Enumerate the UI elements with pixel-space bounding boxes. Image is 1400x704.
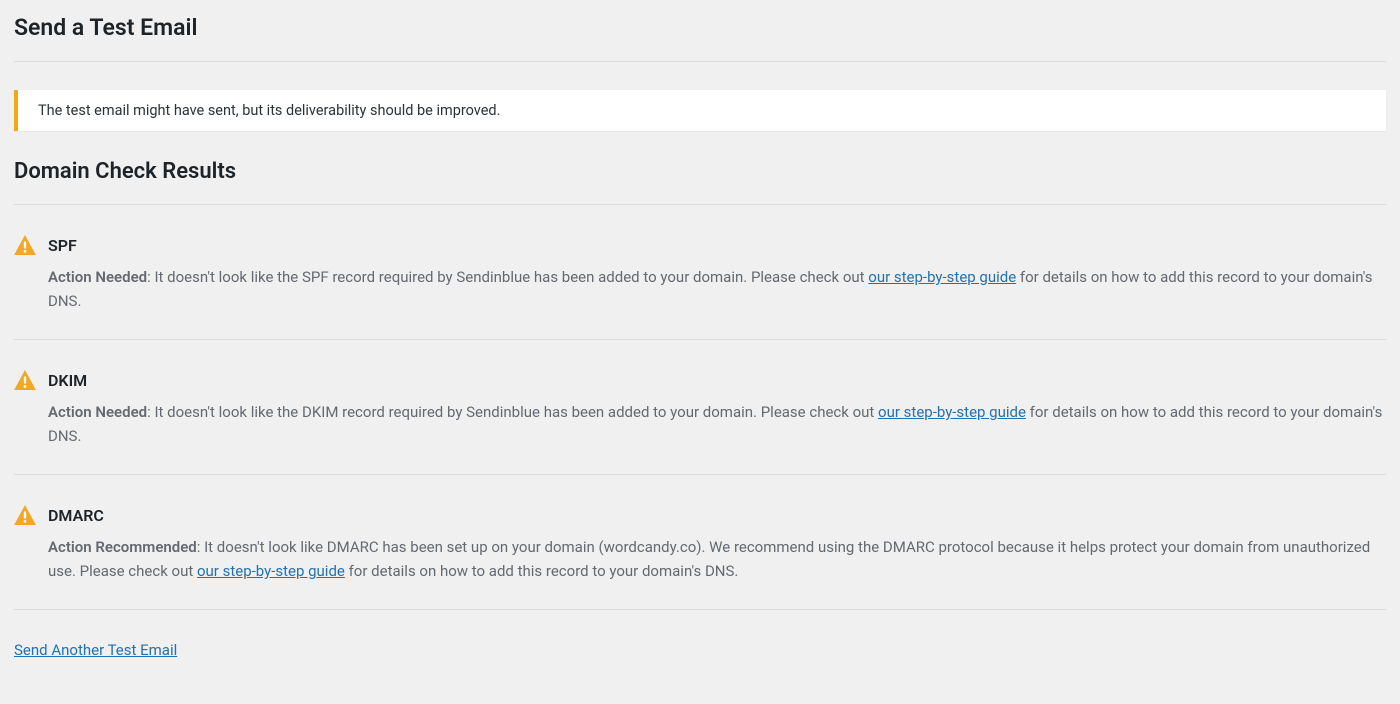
guide-link[interactable]: our step-by-step guide [878, 403, 1026, 421]
footer-area: Send Another Test Email [14, 609, 1386, 659]
result-header: DMARC [14, 505, 1386, 525]
alert-message: The test email might have sent, but its … [38, 102, 500, 119]
description-after: for details on how to add this record to… [345, 562, 739, 580]
result-header: DKIM [14, 370, 1386, 390]
warning-icon [14, 370, 36, 390]
description-before: : It doesn't look like the DKIM record r… [147, 403, 878, 421]
result-header: SPF [14, 235, 1386, 255]
result-description: Action Needed: It doesn't look like the … [14, 265, 1386, 313]
result-item-dkim: DKIM Action Needed: It doesn't look like… [14, 339, 1386, 474]
result-name: SPF [48, 236, 77, 255]
result-name: DKIM [48, 371, 87, 390]
result-item-dmarc: DMARC Action Recommended: It doesn't loo… [14, 474, 1386, 609]
guide-link[interactable]: our step-by-step guide [197, 562, 345, 580]
action-label: Action Needed [48, 268, 147, 286]
deliverability-alert: The test email might have sent, but its … [14, 90, 1386, 131]
guide-link[interactable]: our step-by-step guide [868, 268, 1016, 286]
results-heading: Domain Check Results [14, 159, 1386, 184]
divider [14, 61, 1386, 62]
send-another-link[interactable]: Send Another Test Email [14, 641, 177, 659]
action-label: Action Recommended [48, 538, 197, 556]
action-label: Action Needed [48, 403, 147, 421]
result-description: Action Needed: It doesn't look like the … [14, 400, 1386, 448]
page-title: Send a Test Email [14, 14, 1386, 41]
warning-icon [14, 235, 36, 255]
result-description: Action Recommended: It doesn't look like… [14, 535, 1386, 583]
result-name: DMARC [48, 506, 104, 525]
result-item-spf: SPF Action Needed: It doesn't look like … [14, 204, 1386, 339]
warning-icon [14, 505, 36, 525]
description-before: : It doesn't look like the SPF record re… [147, 268, 868, 286]
